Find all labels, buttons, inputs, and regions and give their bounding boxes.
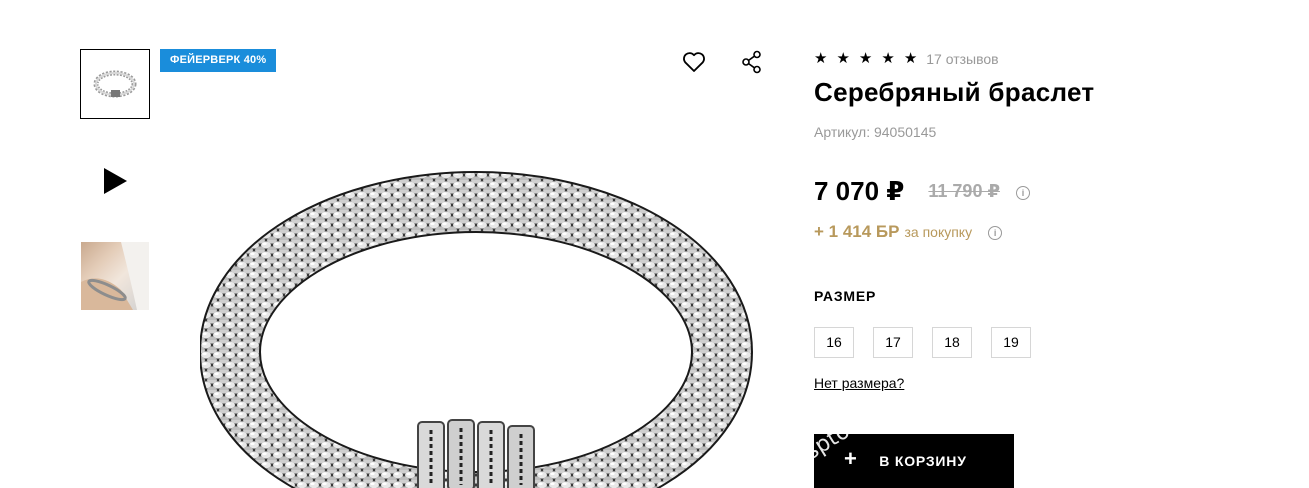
star-icon: ★ — [858, 50, 873, 67]
article-value: 94050145 — [873, 124, 937, 140]
bonus-label: за покупку — [904, 224, 973, 240]
product-main-image[interactable] — [200, 160, 760, 488]
reviews-count[interactable]: 17 отзывов — [926, 50, 998, 68]
favorite-button[interactable] — [680, 48, 708, 76]
star-icon: ★ — [836, 50, 850, 67]
price-row: 7 070 ₽ 11 790 ₽ i — [814, 175, 1030, 207]
plus-icon: + — [844, 446, 857, 471]
add-to-cart-label: В КОРЗИНУ — [879, 453, 967, 469]
thumbnail-bracelet[interactable] — [80, 49, 150, 119]
heart-icon — [683, 52, 705, 72]
promo-badge: ФЕЙЕРВЕРК 40% — [160, 49, 277, 72]
size-options: 16 17 18 19 — [814, 327, 1050, 358]
star-icon: ★ — [814, 50, 828, 67]
bonus-row: + 1 414 БР за покупку i — [814, 222, 1003, 242]
bonus-value: + 1 414 БР — [814, 222, 900, 241]
wrist-photo-thumbnail-icon — [81, 242, 149, 310]
bonus-info-icon[interactable]: i — [988, 226, 1003, 240]
old-price: 11 790 ₽ — [928, 180, 1000, 201]
product-title: Серебряный браслет — [814, 77, 1095, 107]
thumbnail-video[interactable] — [80, 146, 150, 216]
article-label: Артикул: — [814, 124, 874, 140]
size-option-16[interactable]: 16 — [814, 327, 854, 358]
no-size-link[interactable]: Нет размера? — [814, 374, 904, 392]
size-option-18[interactable]: 18 — [932, 327, 972, 358]
star-icon: ★ — [881, 50, 895, 67]
current-price: 7 070 ₽ — [814, 176, 905, 206]
rating[interactable]: ★ ★ ★ ★ ★ 17 отзывов — [814, 50, 999, 68]
bracelet-thumbnail-icon — [93, 70, 137, 98]
article-number: Артикул: 94050145 — [814, 123, 936, 141]
product-info-panel: ★ ★ ★ ★ ★ 17 отзывов Серебряный браслет … — [814, 0, 1294, 488]
play-icon — [104, 168, 127, 194]
size-option-17[interactable]: 17 — [873, 327, 913, 358]
share-icon — [742, 50, 761, 74]
price-info-icon[interactable]: i — [1015, 185, 1030, 200]
thumbnail-wrist-photo[interactable] — [81, 242, 149, 310]
size-option-19[interactable]: 19 — [991, 327, 1031, 358]
size-title: РАЗМЕР — [814, 288, 877, 304]
bracelet-image — [200, 171, 753, 488]
add-to-cart-button[interactable]: sptovar + В КОРЗИНУ — [814, 434, 1014, 488]
star-icon: ★ — [903, 50, 918, 67]
share-button[interactable] — [738, 48, 766, 76]
